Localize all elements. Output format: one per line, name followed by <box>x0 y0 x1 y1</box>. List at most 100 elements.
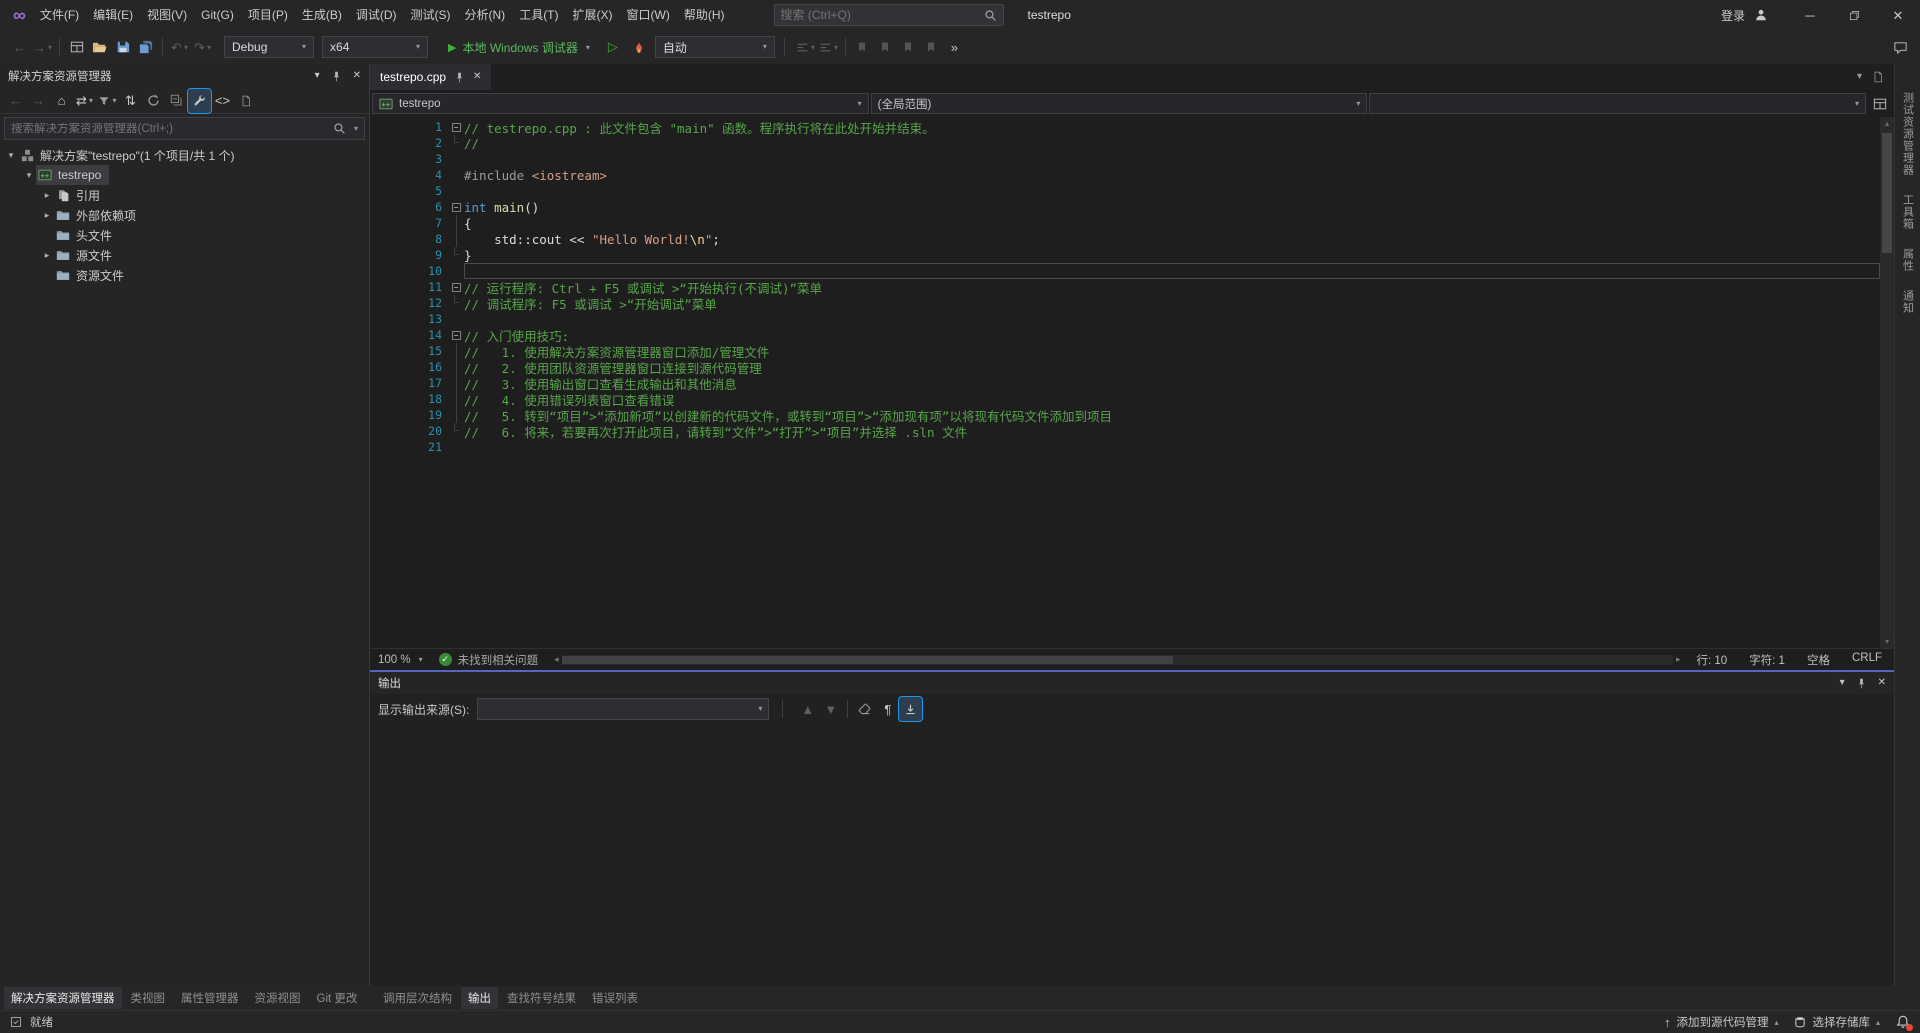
solution-search-input[interactable] <box>11 123 327 135</box>
toggle-bookmark-icon[interactable] <box>851 35 874 59</box>
menu-item[interactable]: 帮助(H) <box>677 4 732 26</box>
start-debugging-button[interactable]: ▶ 本地 Windows 调试器 ▾ <box>440 35 598 59</box>
window-layout-icon[interactable] <box>65 35 88 59</box>
code-editor[interactable]: 1−// testrepo.cpp : 此文件包含 "main" 函数。程序执行… <box>370 117 1894 648</box>
menu-item[interactable]: 调试(D) <box>349 4 404 26</box>
select-repository-button[interactable]: 选择存储库 ▴ <box>1794 1014 1880 1030</box>
dock-tab[interactable]: 属性管理器 <box>174 987 246 1009</box>
code-line-8[interactable]: 8 std::cout << "Hello World!\n"; <box>370 231 1880 247</box>
solution-explorer-search[interactable]: ▾ <box>4 117 365 140</box>
autohide-tab[interactable]: 工具箱 <box>1900 194 1916 230</box>
tree-collapsed-icon[interactable]: ▸ <box>40 210 54 221</box>
background-tasks-icon[interactable] <box>10 1016 22 1028</box>
code-line-2[interactable]: 2// <box>370 135 1880 151</box>
code-line-13[interactable]: 13 <box>370 311 1880 327</box>
undo-icon[interactable]: ↶▾ <box>168 35 191 59</box>
code-line-7[interactable]: 7{ <box>370 215 1880 231</box>
document-health-indicator[interactable]: ✓ 未找到相关问题 <box>439 652 539 668</box>
close-panel-icon[interactable]: ✕ <box>1878 678 1886 688</box>
line-ending-indicator[interactable]: CRLF <box>1852 652 1882 668</box>
project-dropdown[interactable]: ++ testrepo ▾ <box>372 93 869 114</box>
minimize-button[interactable]: ─ <box>1788 0 1832 30</box>
properties-icon[interactable] <box>188 89 211 113</box>
solution-platforms-dropdown[interactable]: x64 ▾ <box>322 36 428 58</box>
tree-collapsed-icon[interactable]: ▸ <box>40 190 54 201</box>
increase-indent-icon[interactable]: ▾ <box>817 35 840 59</box>
hot-reload-button[interactable] <box>628 35 651 59</box>
add-to-source-control-button[interactable]: ↑ 添加到源代码管理 ▴ <box>1664 1014 1779 1030</box>
clear-bookmarks-icon[interactable] <box>920 35 943 59</box>
tree-item[interactable]: ▸源文件 <box>0 245 369 265</box>
menu-item[interactable]: 扩展(X) <box>566 4 620 26</box>
scroll-up-icon[interactable]: ▴ <box>1885 119 1889 128</box>
next-message-icon[interactable]: ▼ <box>819 697 842 721</box>
search-input[interactable] <box>781 8 984 22</box>
code-line-5[interactable]: 5 <box>370 183 1880 199</box>
restore-button[interactable] <box>1832 0 1876 30</box>
float-group-icon[interactable] <box>1872 71 1884 83</box>
clear-all-icon[interactable] <box>853 697 876 721</box>
scrollbar-track[interactable] <box>562 655 1673 665</box>
code-line-3[interactable]: 3 <box>370 151 1880 167</box>
navigate-forward-icon[interactable]: → <box>27 89 50 113</box>
close-panel-icon[interactable]: ✕ <box>353 71 361 81</box>
start-without-debugging-button[interactable]: ▷ <box>602 39 624 55</box>
dock-tab[interactable]: 类视图 <box>124 987 173 1009</box>
save-icon[interactable] <box>111 35 134 59</box>
decrease-indent-icon[interactable]: ▾ <box>794 35 817 59</box>
previous-bookmark-icon[interactable] <box>874 35 897 59</box>
menu-item[interactable]: 生成(B) <box>295 4 349 26</box>
menu-item[interactable]: 项目(P) <box>241 4 295 26</box>
home-icon[interactable]: ⌂ <box>50 89 73 113</box>
menu-item[interactable]: 视图(V) <box>140 4 194 26</box>
tree-item[interactable]: ▾++testrepo <box>0 165 369 185</box>
tree-expanded-icon[interactable]: ▾ <box>22 170 36 181</box>
collapse-all-icon[interactable] <box>165 89 188 113</box>
menu-item[interactable]: 工具(T) <box>512 4 565 26</box>
toggle-autoscroll-icon[interactable] <box>899 697 922 721</box>
autohide-tab[interactable]: 属性 <box>1900 248 1916 272</box>
send-feedback-button[interactable] <box>1889 35 1912 59</box>
switch-views-icon[interactable]: ⇄▾ <box>73 89 96 113</box>
dock-tab[interactable]: 解决方案资源管理器 <box>4 987 122 1009</box>
menu-item[interactable]: 窗口(W) <box>620 4 677 26</box>
menu-item[interactable]: Git(G) <box>194 4 241 26</box>
save-all-icon[interactable] <box>134 35 157 59</box>
panel-tab[interactable]: 调用层次结构 <box>376 987 459 1009</box>
scroll-left-icon[interactable]: ◂ <box>554 654 559 665</box>
fold-collapse-icon[interactable]: − <box>448 327 464 343</box>
code-line-6[interactable]: 6−int main() <box>370 199 1880 215</box>
output-content[interactable] <box>370 724 1894 986</box>
sync-active-document-icon[interactable]: ⇅ <box>119 89 142 113</box>
open-folder-icon[interactable] <box>88 35 111 59</box>
fold-collapse-icon[interactable]: − <box>448 199 464 215</box>
scroll-down-icon[interactable]: ▾ <box>1885 637 1889 646</box>
tree-item[interactable]: ▸外部依赖项 <box>0 205 369 225</box>
code-line-1[interactable]: 1−// testrepo.cpp : 此文件包含 "main" 函数。程序执行… <box>370 119 1880 135</box>
quick-search-box[interactable] <box>774 4 1004 26</box>
editor-horizontal-scrollbar[interactable]: ◂ ▸ <box>554 654 1680 666</box>
fold-collapse-icon[interactable]: − <box>448 279 464 295</box>
tree-item[interactable]: ▸引用 <box>0 185 369 205</box>
preview-selected-icon[interactable] <box>234 89 257 113</box>
filter-icon[interactable]: ▾ <box>96 89 119 113</box>
code-line-20[interactable]: 20// 6. 将来，若要再次打开此项目，请转到“文件”>“打开”>“项目”并选… <box>370 423 1880 439</box>
notifications-button[interactable] <box>1896 1015 1910 1029</box>
panel-tab[interactable]: 错误列表 <box>585 987 645 1009</box>
word-wrap-icon[interactable]: ¶ <box>876 697 899 721</box>
window-position-menu-icon[interactable]: ▾ <box>315 71 320 81</box>
scrollbar-thumb[interactable] <box>562 656 1173 664</box>
scrollbar-thumb[interactable] <box>1882 133 1892 253</box>
solution-configurations-dropdown[interactable]: Debug ▾ <box>224 36 314 58</box>
hot-reload-mode-dropdown[interactable]: 自动 ▾ <box>655 36 775 58</box>
code-line-21[interactable]: 21 <box>370 439 1880 455</box>
fold-collapse-icon[interactable]: − <box>448 119 464 135</box>
split-window-icon[interactable] <box>1868 97 1892 111</box>
scope-dropdown[interactable]: (全局范围) ▾ <box>871 93 1368 114</box>
tree-item[interactable]: 头文件 <box>0 225 369 245</box>
redo-icon[interactable]: ↷▾ <box>191 35 214 59</box>
tree-item[interactable]: 资源文件 <box>0 265 369 285</box>
overflow-icon[interactable]: » <box>943 35 966 59</box>
code-line-4[interactable]: 4#include <iostream> <box>370 167 1880 183</box>
next-bookmark-icon[interactable] <box>897 35 920 59</box>
